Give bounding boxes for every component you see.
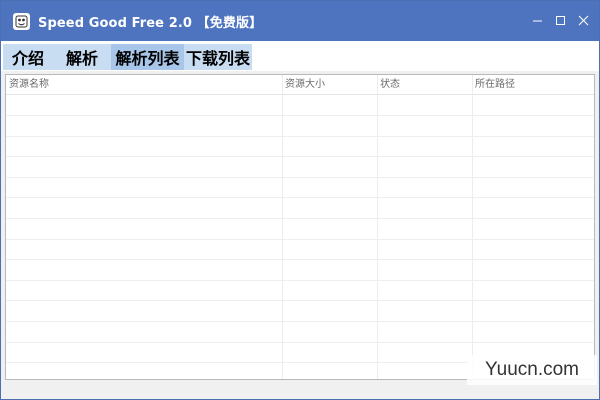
column-divider: [472, 75, 473, 379]
app-logo-icon: [13, 12, 30, 30]
row-divider: [6, 321, 594, 322]
resource-table[interactable]: 资源名称 资源大小 状态 所在路径: [5, 74, 595, 380]
table-header: 资源名称 资源大小 状态 所在路径: [6, 75, 594, 95]
tab-intro[interactable]: 介绍: [3, 44, 53, 70]
row-divider: [6, 239, 594, 240]
row-divider: [6, 197, 594, 198]
column-divider: [282, 75, 283, 379]
row-divider: [6, 156, 594, 157]
tab-download-list[interactable]: 下载列表: [184, 44, 252, 70]
column-header-resource-size[interactable]: 资源大小: [282, 75, 325, 95]
maximize-icon[interactable]: [549, 9, 572, 32]
row-divider: [6, 280, 594, 281]
column-header-path[interactable]: 所在路径: [472, 75, 515, 95]
title-bar[interactable]: Speed Good Free 2.0 【免费版】: [1, 1, 599, 41]
tab-parse[interactable]: 解析: [53, 44, 111, 70]
app-window: Speed Good Free 2.0 【免费版】 介绍 解析 解析列表 下载列…: [0, 0, 600, 400]
column-header-resource-name[interactable]: 资源名称: [6, 75, 49, 95]
window-controls: [526, 9, 595, 32]
window-title: Speed Good Free 2.0 【免费版】: [38, 15, 263, 31]
column-divider: [377, 75, 378, 379]
tab-parse-list[interactable]: 解析列表: [111, 44, 184, 70]
tab-strip: 介绍 解析 解析列表 下载列表: [1, 41, 599, 71]
row-divider: [6, 218, 594, 219]
row-divider: [6, 300, 594, 301]
watermark: Yuucn.com: [467, 355, 597, 385]
row-divider: [6, 177, 594, 178]
minimize-icon[interactable]: [526, 9, 549, 32]
row-divider: [6, 115, 594, 116]
row-divider: [6, 342, 594, 343]
close-icon[interactable]: [572, 9, 595, 32]
row-divider: [6, 259, 594, 260]
row-divider: [6, 136, 594, 137]
column-header-status[interactable]: 状态: [377, 75, 400, 95]
